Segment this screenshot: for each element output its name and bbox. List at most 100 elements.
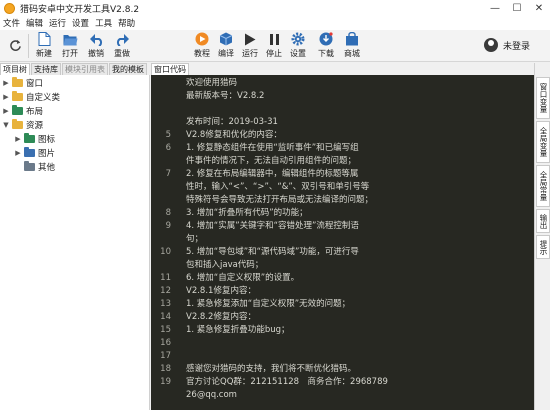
undo-icon <box>89 32 104 46</box>
expand-arrow-icon[interactable]: ▶ <box>2 79 10 87</box>
right-side-panel: 窗口变量 全局变量 全局常量 输出 提示 <box>534 63 550 410</box>
folder-open-icon <box>12 119 23 129</box>
tab-hints[interactable]: 提示 <box>536 235 550 259</box>
collapse-arrow-icon[interactable]: ▼ <box>2 121 10 129</box>
maximize-button[interactable]: ☐ <box>506 0 528 16</box>
code-line: 9 4. 增加“实属”关键字和“容错处理”流程控制语 <box>151 220 359 232</box>
code-line: 17 <box>151 350 171 362</box>
tutorial-button-label: 教程 <box>194 49 210 58</box>
tab-project-tree[interactable]: 项目树 <box>0 63 30 75</box>
menu-edit[interactable]: 编辑 <box>23 17 46 29</box>
tab-module-references[interactable]: 模块引用表 <box>62 63 108 75</box>
tab-global-variables[interactable]: 全局变量 <box>536 121 550 163</box>
code-line: 5 V2.8修复和优化的内容： <box>151 129 282 141</box>
tab-window-variables[interactable]: 窗口变量 <box>536 77 550 119</box>
redo-icon <box>115 32 130 46</box>
menu-run[interactable]: 运行 <box>46 17 69 29</box>
undo-button[interactable]: 撤销 <box>82 32 110 60</box>
expand-arrow-icon[interactable]: ▶ <box>14 149 22 157</box>
gear-icon <box>291 32 306 46</box>
tree-item-icons[interactable]: ▶ 图标 <box>14 133 55 145</box>
store-button[interactable]: 商城 <box>338 32 366 60</box>
folder-icon <box>12 77 23 87</box>
code-line: 11 6. 增加“自定义权限”的设置。 <box>151 272 299 284</box>
code-line: 6 1. 修复静态组件在使用“监听事件”和已编写组 <box>151 142 359 154</box>
redo-button[interactable]: 重做 <box>108 32 136 60</box>
download-button[interactable]: 下载 <box>312 32 340 60</box>
tree-item-resources[interactable]: ▼ 资源 <box>2 119 43 131</box>
tab-output[interactable]: 输出 <box>536 209 550 233</box>
open-button-label: 打开 <box>62 49 78 58</box>
tree-item-label: 窗口 <box>26 79 44 89</box>
refresh-button[interactable] <box>4 32 26 60</box>
line-text: 官方讨论QQ群：212151128 商务合作：2968789 <box>186 377 388 387</box>
line-text: 包和插入java代码； <box>186 260 264 270</box>
store-button-label: 商城 <box>344 49 360 58</box>
code-line: 包和插入java代码； <box>151 259 263 271</box>
code-line: 性时，输入“<”、“>”、“&”、双引号和单引号等 <box>151 181 369 193</box>
line-number: 10 <box>160 247 171 257</box>
line-text: 6. 增加“自定义权限”的设置。 <box>186 273 300 283</box>
avatar <box>483 38 498 52</box>
tree-item-label: 图标 <box>38 135 56 145</box>
tutorial-icon <box>195 32 210 46</box>
tree-item-others[interactable]: 其他 <box>14 161 55 173</box>
code-line: 特殊符号会导致无法打开布局或无法编译的问题； <box>151 194 373 206</box>
compile-icon <box>219 32 234 46</box>
line-text: 1. 紧急修复添加“自定义权限”无效的问题； <box>186 299 351 309</box>
download-icon <box>319 32 334 46</box>
line-number: 9 <box>165 221 171 231</box>
menu-help[interactable]: 帮助 <box>115 17 138 29</box>
menu-bar: 文件 编辑 运行 设置 工具 帮助 <box>0 16 550 30</box>
settings-button[interactable]: 设置 <box>284 32 312 60</box>
expand-arrow-icon[interactable]: ▶ <box>2 107 10 115</box>
line-number: 17 <box>160 351 171 361</box>
minimize-button[interactable]: — <box>484 0 506 16</box>
code-line: 最新版本号：V2.8.2 <box>151 90 264 102</box>
line-text: V2.8.1修复内容： <box>186 286 256 296</box>
folder-icon <box>24 161 35 171</box>
code-line: 句； <box>151 233 203 245</box>
tab-my-templates[interactable]: 我的模板 <box>109 63 147 75</box>
login-status[interactable]: 未登录 <box>483 38 530 52</box>
tree-item-label: 其他 <box>38 163 56 173</box>
tree-item-layout[interactable]: ▶ 布局 <box>2 105 43 117</box>
compile-button-label: 编译 <box>218 49 234 58</box>
open-button[interactable]: 打开 <box>56 32 84 60</box>
tree-item-window[interactable]: ▶ 窗口 <box>2 77 43 89</box>
new-button[interactable]: 新建 <box>30 32 58 60</box>
left-panel-tabs: 项目树 支持库 模块引用表 我的模板 <box>0 63 150 75</box>
tree-item-images[interactable]: ▶ 图片 <box>14 147 55 159</box>
line-number: 7 <box>165 169 171 179</box>
close-button[interactable]: ✕ <box>528 0 550 16</box>
code-line: 8 3. 增加“折叠所有代码”的功能； <box>151 207 308 219</box>
line-text: 2. 修复在布局编辑器中，编辑组件的标题等属 <box>186 169 359 179</box>
code-editor[interactable]: 欢迎使用猎码 最新版本号：V2.8.2 发布时间：2019-03-31 5 V2.… <box>151 75 534 410</box>
menu-settings[interactable]: 设置 <box>69 17 92 29</box>
tab-global-constants[interactable]: 全局常量 <box>536 165 550 207</box>
line-text: 最新版本号：V2.8.2 <box>186 91 265 101</box>
code-line: 18 感谢您对猎码的支持，我们将不断优化猎码。 <box>151 363 356 375</box>
app-logo-icon <box>4 2 15 14</box>
line-text: 5. 增加“导包域”和“源代码域”功能，可进行导 <box>186 247 359 257</box>
window-controls: — ☐ ✕ <box>484 0 550 16</box>
menu-file[interactable]: 文件 <box>0 17 23 29</box>
code-line: 欢迎使用猎码 <box>151 77 237 89</box>
tree-item-custom-class[interactable]: ▶ 自定义类 <box>2 91 60 103</box>
folder-icon <box>24 147 35 157</box>
menu-tools[interactable]: 工具 <box>92 17 115 29</box>
toolbar: 新建 打开 撤销 重做 教程 编译 运行 停止 设置 下载 商城 未登录 <box>0 30 550 62</box>
open-folder-icon <box>63 32 78 46</box>
tab-support-library[interactable]: 支持库 <box>31 63 61 75</box>
folder-icon <box>24 133 35 143</box>
expand-arrow-icon[interactable]: ▶ <box>2 93 10 101</box>
expand-arrow-icon[interactable]: ▶ <box>14 135 22 143</box>
line-number: 11 <box>160 273 171 283</box>
code-line: 件事件的情况下，无法自动引用组件的问题； <box>151 155 356 167</box>
tab-window-code[interactable]: 窗口代码 <box>151 63 189 75</box>
line-number: 5 <box>165 130 171 140</box>
code-line: 26@qq.com <box>151 389 237 401</box>
settings-button-label: 设置 <box>290 49 306 58</box>
line-number: 12 <box>160 286 171 296</box>
